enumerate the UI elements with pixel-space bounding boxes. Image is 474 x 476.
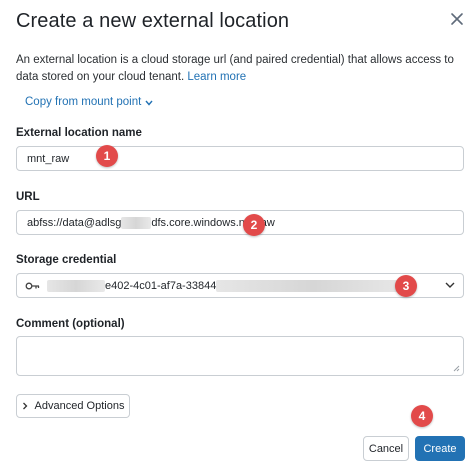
credential-visible-value: e402-4c01-af7a-33844 xyxy=(105,279,217,292)
chevron-down-icon xyxy=(145,100,153,106)
create-label: Create xyxy=(423,442,457,455)
chevron-down-icon xyxy=(445,282,455,288)
advanced-options-label: Advanced Options xyxy=(34,400,125,412)
copy-from-mount-label: Copy from mount point xyxy=(25,96,142,108)
redacted-region xyxy=(47,279,105,292)
close-icon[interactable] xyxy=(448,10,466,28)
cancel-label: Cancel xyxy=(368,442,404,455)
create-external-location-dialog: Create a new external location An extern… xyxy=(0,0,474,476)
redacted-region xyxy=(216,279,413,292)
create-button[interactable]: Create xyxy=(415,436,465,461)
comment-textarea[interactable] xyxy=(16,336,464,376)
url-label: URL xyxy=(16,191,40,203)
name-value: mnt_raw xyxy=(27,152,70,165)
dialog-title: Create a new external location xyxy=(16,10,290,32)
step-marker-2: 2 xyxy=(243,214,265,236)
resize-handle-icon[interactable] xyxy=(453,365,460,372)
learn-more-link[interactable]: Learn more xyxy=(187,71,246,83)
step-marker-1: 1 xyxy=(96,145,118,167)
step-marker-4: 4 xyxy=(411,405,433,427)
comment-label: Comment (optional) xyxy=(16,318,125,330)
name-label: External location name xyxy=(16,127,142,139)
key-icon xyxy=(25,282,40,289)
redacted-region xyxy=(121,216,152,229)
dialog-description: An external location is a cloud storage … xyxy=(16,52,460,86)
external-location-name-input[interactable]: mnt_raw xyxy=(16,146,464,171)
url-value-prefix: abfss://data@adlsg xyxy=(27,216,122,229)
storage-credential-label: Storage credential xyxy=(16,254,117,266)
copy-from-mount-point-button[interactable]: Copy from mount point xyxy=(25,96,153,108)
cancel-button[interactable]: Cancel xyxy=(363,436,409,461)
url-input[interactable]: abfss://data@adlsg dfs.core.windows.net/… xyxy=(16,210,464,235)
step-marker-3: 3 xyxy=(395,275,417,297)
advanced-options-button[interactable]: Advanced Options xyxy=(16,394,130,418)
chevron-right-icon xyxy=(22,402,27,410)
